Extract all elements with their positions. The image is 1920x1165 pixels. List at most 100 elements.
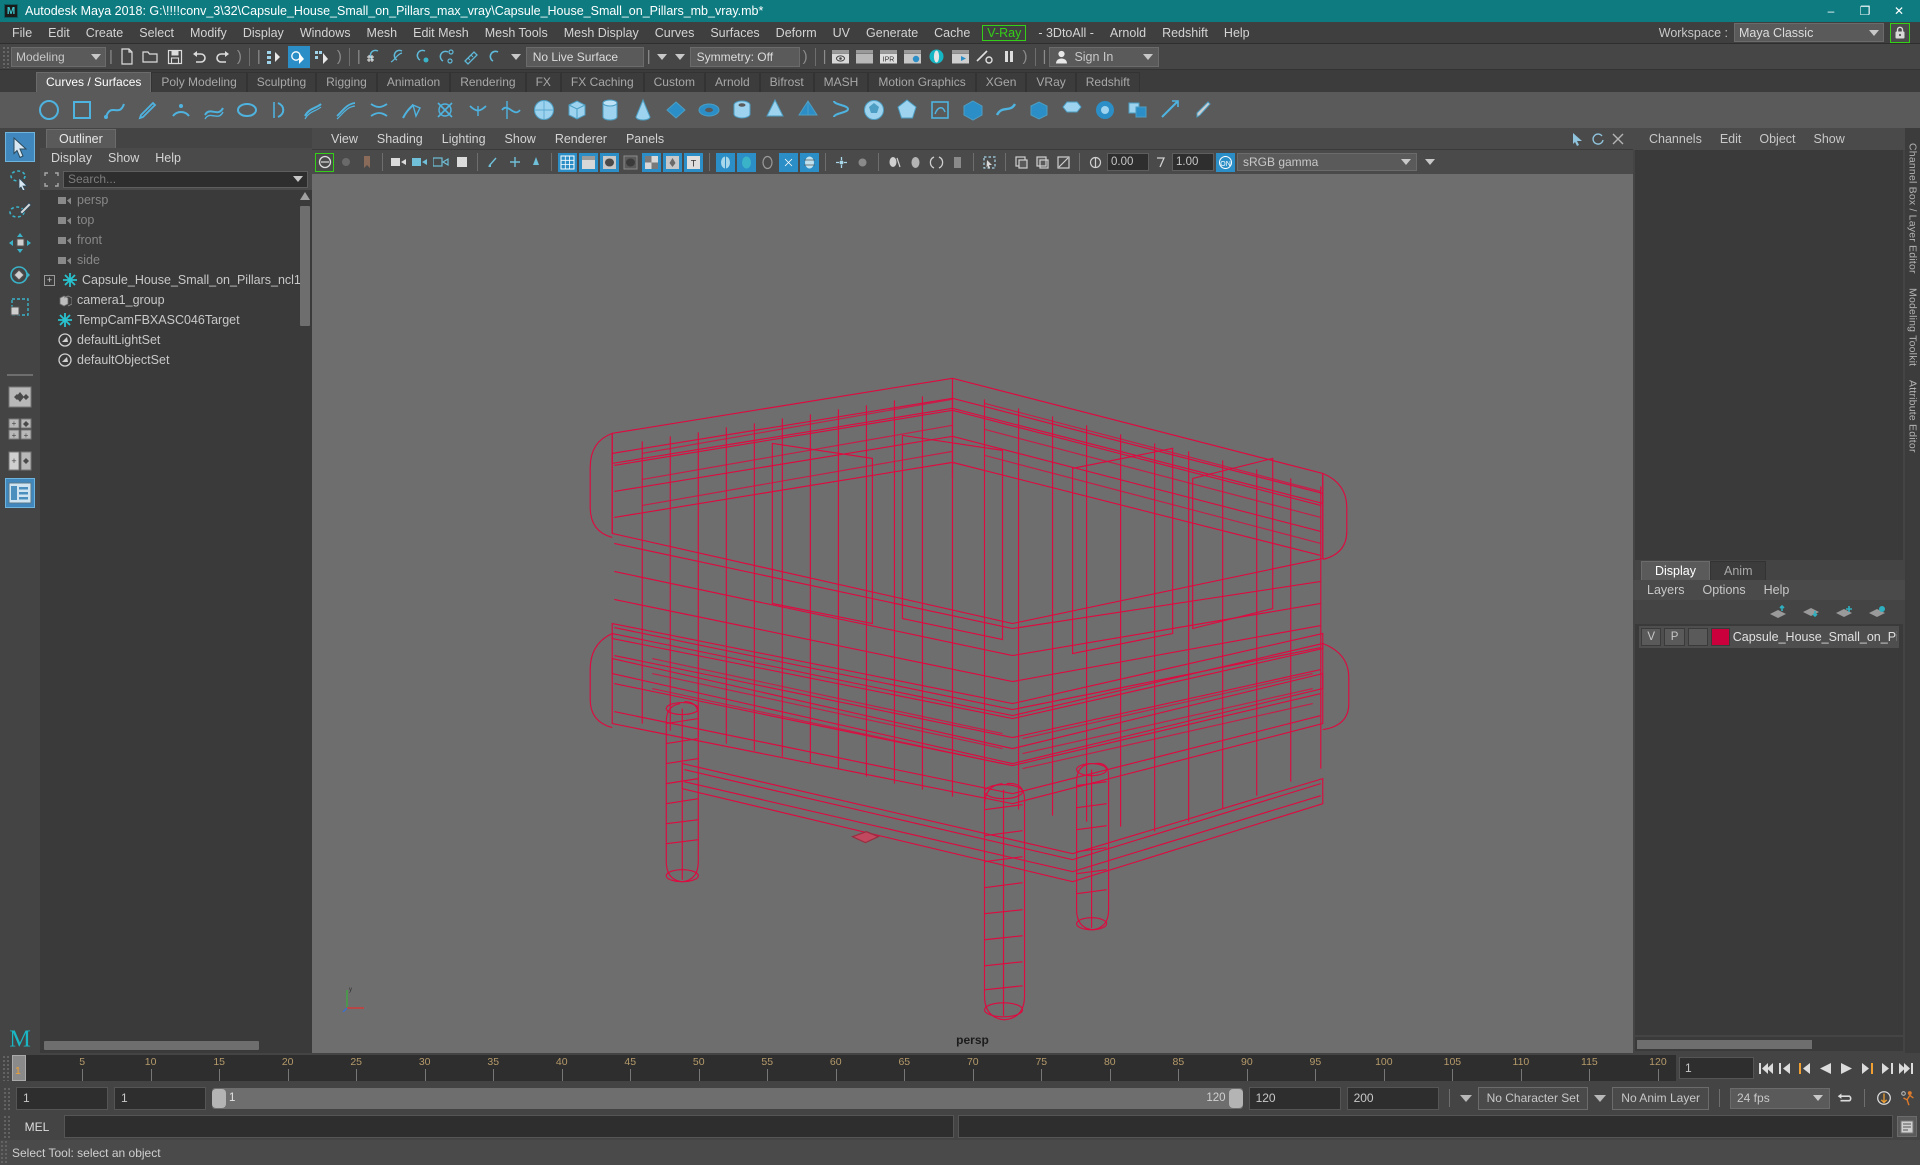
vtab-attribute-editor[interactable]: Attribute Editor xyxy=(1907,373,1919,460)
time-slider-track[interactable]: 1 5 10 15 20 25 30 35 40 45 50 55 60 65 70 75 80 85 90 95 1… xyxy=(12,1055,1676,1081)
ambient-occlusion-icon[interactable] xyxy=(737,152,756,172)
channelbox-menu-edit[interactable]: Edit xyxy=(1712,131,1750,147)
step-back-key-icon[interactable] xyxy=(1797,1057,1815,1079)
menu-edit-mesh[interactable]: Edit Mesh xyxy=(405,24,477,42)
outliner-menu-display[interactable]: Display xyxy=(44,150,99,166)
sculpt-tool-icon[interactable] xyxy=(1191,97,1217,123)
animation-start-time-field[interactable]: 1 xyxy=(16,1086,108,1110)
color-management-toggle-icon[interactable]: ON xyxy=(1216,152,1235,172)
move-layer-down-icon[interactable] xyxy=(1802,605,1821,619)
camera-gate-icon[interactable] xyxy=(431,153,450,172)
rotate-tool-button[interactable] xyxy=(5,260,35,290)
range-drag-handle[interactable] xyxy=(3,1086,10,1110)
search-input[interactable]: Search... xyxy=(63,170,308,188)
persp-outliner-layout-button[interactable]: + xyxy=(5,446,35,476)
shelf-tab-arnold[interactable]: Arnold xyxy=(704,72,760,92)
bevel-plus-icon[interactable] xyxy=(399,97,425,123)
birail-icon[interactable] xyxy=(333,97,359,123)
play-forwards-icon[interactable] xyxy=(1837,1057,1855,1079)
depth-of-field-icon[interactable] xyxy=(800,152,819,172)
shaded-wireframe-icon[interactable] xyxy=(600,152,619,172)
ipr-render-icon[interactable]: IPR xyxy=(878,46,900,68)
viewport-menu-shading[interactable]: Shading xyxy=(368,131,432,147)
command-input[interactable] xyxy=(64,1115,955,1138)
nurbs-circle-icon[interactable] xyxy=(36,97,62,123)
outliner-item-side[interactable]: side xyxy=(40,250,312,270)
select-by-component-type-icon[interactable] xyxy=(312,46,334,68)
layer-list[interactable]: V P Capsule_House_Small_on_Pilla xyxy=(1635,623,1903,1035)
viewport-close-icon[interactable] xyxy=(1611,132,1625,146)
workspace-select[interactable]: Maya Classic xyxy=(1734,23,1884,42)
channelbox-menu-channels[interactable]: Channels xyxy=(1641,131,1710,147)
layer-color-swatch[interactable] xyxy=(1711,627,1730,646)
four-view-layout-button[interactable]: + + + xyxy=(5,414,35,444)
hypergraph-layout-button[interactable] xyxy=(5,478,35,508)
snap-to-grid-icon[interactable] xyxy=(364,46,386,68)
pencil-curve-tool-icon[interactable] xyxy=(135,97,161,123)
viewport-menu-view[interactable]: View xyxy=(322,131,367,147)
menu-help[interactable]: Help xyxy=(1216,24,1258,42)
revolve-icon[interactable] xyxy=(267,97,293,123)
character-set-dropdown-arrow-icon[interactable] xyxy=(1459,1094,1472,1102)
poly-cone-icon[interactable] xyxy=(630,97,656,123)
go-to-end-icon[interactable] xyxy=(1897,1057,1915,1079)
channel-box-content[interactable] xyxy=(1635,150,1903,560)
shelf-tab-fx[interactable]: FX xyxy=(525,72,561,92)
range-slider-bar[interactable]: 1 120 xyxy=(212,1087,1243,1109)
create-new-layer-icon[interactable] xyxy=(1835,605,1854,619)
menu-surfaces[interactable]: Surfaces xyxy=(702,24,767,42)
layer-playback-toggle[interactable]: P xyxy=(1664,627,1685,646)
viewport-menu-renderer[interactable]: Renderer xyxy=(546,131,616,147)
select-by-object-type-icon[interactable] xyxy=(287,45,310,68)
shelf-tab-mash[interactable]: MASH xyxy=(813,72,869,92)
menu-redshift[interactable]: Redshift xyxy=(1154,24,1216,42)
poly-prism-icon[interactable] xyxy=(762,97,788,123)
gamma-icon[interactable] xyxy=(1151,153,1170,172)
layers-menu-help[interactable]: Help xyxy=(1756,582,1798,598)
outliner-tab[interactable]: Outliner xyxy=(46,129,116,148)
texture-toggle-icon[interactable] xyxy=(948,153,967,172)
outliner-item-front[interactable]: front xyxy=(40,230,312,250)
layer-row[interactable]: V P Capsule_House_Small_on_Pilla xyxy=(1639,625,1899,648)
snap-to-view-plane-icon[interactable] xyxy=(460,46,482,68)
ep-curve-tool-icon[interactable] xyxy=(102,97,128,123)
menu-deform[interactable]: Deform xyxy=(768,24,825,42)
move-tool-button[interactable] xyxy=(5,228,35,258)
channelbox-menu-show[interactable]: Show xyxy=(1806,131,1853,147)
smooth-shade-all-icon[interactable] xyxy=(579,152,598,172)
current-frame-field[interactable]: 1 xyxy=(1679,1057,1754,1079)
resolution-gate-icon[interactable] xyxy=(505,153,524,172)
select-by-hierarchy-icon[interactable] xyxy=(264,46,286,68)
scrollbar-thumb[interactable] xyxy=(1637,1039,1812,1049)
light-shape-icon[interactable] xyxy=(906,153,925,172)
menu-3dtoall[interactable]: - 3DtoAll - xyxy=(1030,24,1102,42)
copy-render-icon[interactable] xyxy=(1012,153,1031,172)
menu-set-select[interactable]: Modeling xyxy=(11,46,106,67)
chevron-down-icon[interactable] xyxy=(674,53,685,60)
move-layer-up-icon[interactable] xyxy=(1769,604,1788,619)
single-perspective-view-layout-button[interactable] xyxy=(5,382,35,412)
poly-plane-icon[interactable] xyxy=(663,97,689,123)
pause-render-icon[interactable] xyxy=(998,46,1020,68)
lasso-select-tool-button[interactable] xyxy=(5,164,35,194)
render-settings-icon[interactable] xyxy=(902,46,924,68)
shelf-tab-animation[interactable]: Animation xyxy=(376,72,451,92)
outliner-item-tempcam-target[interactable]: TempCamFBXASC046Target xyxy=(40,310,312,330)
outliner-horizontal-scrollbar[interactable] xyxy=(40,1037,312,1053)
current-time-indicator[interactable]: 1 xyxy=(12,1055,26,1081)
paint-select-tool-button[interactable] xyxy=(5,196,35,226)
trim-tool-icon[interactable] xyxy=(432,97,458,123)
poly-bevel-icon[interactable] xyxy=(1059,97,1085,123)
script-editor-icon[interactable] xyxy=(1897,1116,1917,1137)
shelf-tab-curves-surfaces[interactable]: Curves / Surfaces xyxy=(36,72,152,92)
chevron-down-icon[interactable] xyxy=(1425,159,1435,165)
motion-blur-icon[interactable] xyxy=(758,153,777,172)
maximize-button[interactable]: ❐ xyxy=(1848,0,1882,22)
viewport-select-region-icon[interactable] xyxy=(980,153,999,172)
render-current-frame-icon[interactable] xyxy=(830,46,852,68)
xray-display-icon[interactable]: T xyxy=(684,152,703,172)
play-backwards-icon[interactable] xyxy=(1817,1057,1835,1079)
poly-cylinder-icon[interactable] xyxy=(597,97,623,123)
planar-surface-icon[interactable] xyxy=(234,97,260,123)
poly-smooth-icon[interactable] xyxy=(1092,97,1118,123)
